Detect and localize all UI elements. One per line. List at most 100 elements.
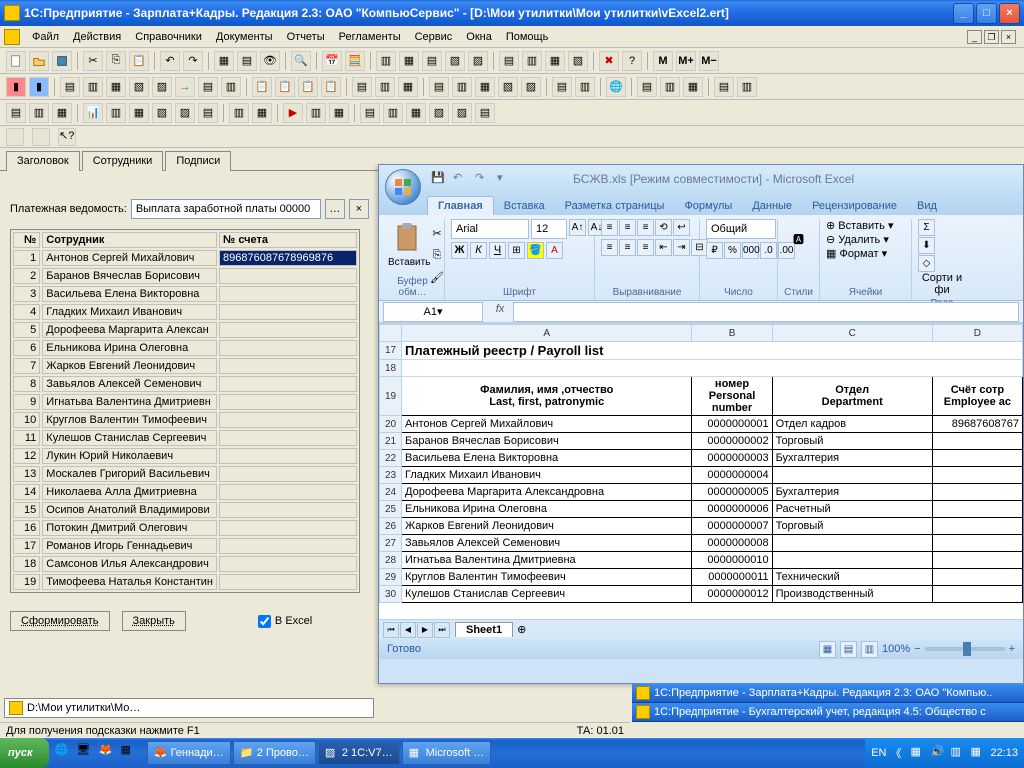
clock[interactable]: 22:13	[990, 747, 1018, 759]
tb4-cursor-icon[interactable]: ↖?	[58, 128, 76, 146]
tb2-4-icon[interactable]: ▥	[83, 77, 103, 97]
tb2-26-icon[interactable]: ▤	[637, 77, 657, 97]
qat-undo-icon[interactable]: ↶	[453, 171, 469, 187]
row-header[interactable]: 17	[380, 342, 402, 360]
ql-desktop-icon[interactable]: 🖥	[77, 743, 97, 763]
lang-indicator[interactable]: EN	[871, 747, 886, 759]
vedomost-clear-button[interactable]: ×	[349, 199, 369, 219]
tb2-28-icon[interactable]: ▦	[683, 77, 703, 97]
table-row[interactable]: 26Жарков Евгений Леонидович0000000007Тор…	[380, 518, 1023, 535]
fx-button[interactable]: fx	[491, 303, 509, 321]
tb-h2-icon[interactable]: ▥	[522, 51, 542, 71]
styles-icon[interactable]: 🅰	[784, 219, 813, 259]
tb2-5-icon[interactable]: ▦	[106, 77, 126, 97]
tb2-7-icon[interactable]: ▨	[152, 77, 172, 97]
sheet-title[interactable]: Платежный реестр / Payroll list	[402, 342, 1023, 360]
maximize-button[interactable]: □	[976, 3, 997, 24]
tb3-20-icon[interactable]: ▤	[475, 103, 495, 123]
hdr-name[interactable]: Фамилия, имя ,отчествоLast, first, patro…	[402, 377, 692, 416]
tray-icon[interactable]: ▦	[970, 745, 986, 761]
menu-help[interactable]: Помощь	[500, 28, 555, 46]
tb-h1-icon[interactable]: ▤	[499, 51, 519, 71]
fill-icon[interactable]: ⬇	[918, 237, 935, 254]
ribbon-tab-insert[interactable]: Вставка	[494, 197, 555, 215]
tb2-2-icon[interactable]: ▮	[29, 77, 49, 97]
table-row[interactable]: 13Москалев Григорий Васильевич	[13, 466, 357, 482]
align-left-icon[interactable]: ≡	[601, 239, 618, 256]
ql-firefox-icon[interactable]: 🦊	[99, 743, 119, 763]
tb-find-icon[interactable]: 👁	[260, 51, 280, 71]
notification-item[interactable]: 1С:Предприятие - Зарплата+Кадры. Редакци…	[632, 684, 1024, 703]
tb3-8-icon[interactable]: ▨	[175, 103, 195, 123]
tb-help-icon[interactable]: ?	[622, 51, 642, 71]
table-row[interactable]: 12Лукин Юрий Николаевич	[13, 448, 357, 464]
table-row[interactable]: 19Тимофеева Наталья Константин	[13, 574, 357, 590]
tab-header[interactable]: Заголовок	[6, 151, 80, 171]
menu-file[interactable]: Файл	[26, 28, 65, 46]
tb2-9-icon[interactable]: ▤	[198, 77, 218, 97]
col-header-b[interactable]: B	[692, 325, 772, 342]
tb3-10-icon[interactable]: ▥	[229, 103, 249, 123]
inc-dec-icon[interactable]: .0	[760, 242, 777, 259]
table-row[interactable]: 18Самсонов Илья Александрович	[13, 556, 357, 572]
tb-g5-icon[interactable]: ▨	[468, 51, 488, 71]
zoom-out-button[interactable]: −	[914, 643, 920, 655]
formula-bar[interactable]	[513, 302, 1019, 322]
name-box[interactable]: A1 ▾	[383, 302, 483, 322]
tb-copy-icon[interactable]: ⎘	[106, 51, 126, 71]
table-row[interactable]: 15Осипов Анатолий Владимирови	[13, 502, 357, 518]
tb2-12-icon[interactable]: 📋	[275, 77, 295, 97]
percent-icon[interactable]: %	[724, 242, 741, 259]
table-row[interactable]: 1Антонов Сергей Михайлович89687608767896…	[13, 250, 357, 266]
sort-filter-button[interactable]: Сорти и фи	[918, 272, 966, 296]
tb3-18-icon[interactable]: ▧	[429, 103, 449, 123]
tb2-30-icon[interactable]: ▥	[737, 77, 757, 97]
tb-save-icon[interactable]	[52, 51, 72, 71]
ribbon-tab-review[interactable]: Рецензирование	[802, 197, 907, 215]
menu-windows[interactable]: Окна	[460, 28, 498, 46]
copy-icon[interactable]: ⎘	[427, 245, 447, 265]
tray-icon[interactable]: ▦	[910, 745, 926, 761]
qat-dropdown-icon[interactable]: ▾	[497, 171, 513, 187]
menu-reports[interactable]: Отчеты	[281, 28, 331, 46]
table-row[interactable]: 28Игнатьва Валентина Дмитриевна000000001…	[380, 552, 1023, 569]
table-row[interactable]: 7Жарков Евгений Леонидович	[13, 358, 357, 374]
ribbon-tab-formulas[interactable]: Формулы	[674, 197, 742, 215]
tb2-18-icon[interactable]: ▤	[429, 77, 449, 97]
zoom-slider[interactable]	[925, 647, 1005, 651]
currency-icon[interactable]: ₽	[706, 242, 723, 259]
tb2-8-icon[interactable]: →	[175, 77, 195, 97]
insert-cells-button[interactable]: ⊕ Вставить ▾	[826, 219, 894, 232]
tb-mplus-icon[interactable]: M+	[676, 51, 696, 71]
indent-dec-icon[interactable]: ⇤	[655, 239, 672, 256]
tb2-29-icon[interactable]: ▤	[714, 77, 734, 97]
notification-item[interactable]: 1С:Предприятие - Бухгалтерский учет, ред…	[632, 703, 1024, 722]
tb3-13-icon[interactable]: ▥	[306, 103, 326, 123]
sheet-nav-next[interactable]: ▶	[417, 622, 433, 638]
table-row[interactable]: 5Дорофеева Маргарита Алексан	[13, 322, 357, 338]
sheet-tab[interactable]: Sheet1	[455, 622, 513, 637]
table-row[interactable]: 16Потокин Дмитрий Олегович	[13, 520, 357, 536]
comma-icon[interactable]: 000	[742, 242, 759, 259]
tb-tree-icon[interactable]: ▤	[237, 51, 257, 71]
align-mid-icon[interactable]: ≡	[619, 219, 636, 236]
tb-binoculars-icon[interactable]: 🔍	[291, 51, 311, 71]
zoom-in-button[interactable]: +	[1009, 643, 1015, 655]
table-row[interactable]: 27Завьялов Алексей Семенович0000000008	[380, 535, 1023, 552]
tb-g4-icon[interactable]: ▧	[445, 51, 465, 71]
tb2-15-icon[interactable]: ▤	[352, 77, 372, 97]
tb2-1-icon[interactable]: ▮	[6, 77, 26, 97]
view-break-icon[interactable]: ▥	[861, 641, 878, 658]
tb3-19-icon[interactable]: ▨	[452, 103, 472, 123]
tb3-7-icon[interactable]: ▧	[152, 103, 172, 123]
tb3-14-icon[interactable]: ▦	[329, 103, 349, 123]
align-right-icon[interactable]: ≡	[637, 239, 654, 256]
tb2-23-icon[interactable]: ▤	[552, 77, 572, 97]
tb4-2-icon[interactable]	[32, 128, 50, 146]
close-form-button[interactable]: Закрыть	[122, 611, 186, 631]
hdr-num[interactable]: номерPersonalnumber	[692, 377, 772, 416]
menu-directories[interactable]: Справочники	[129, 28, 208, 46]
hdr-acct[interactable]: Счёт сотрEmployee ac	[932, 377, 1022, 416]
vedomost-input[interactable]	[131, 199, 321, 219]
tray-icon[interactable]: 《	[890, 745, 906, 761]
